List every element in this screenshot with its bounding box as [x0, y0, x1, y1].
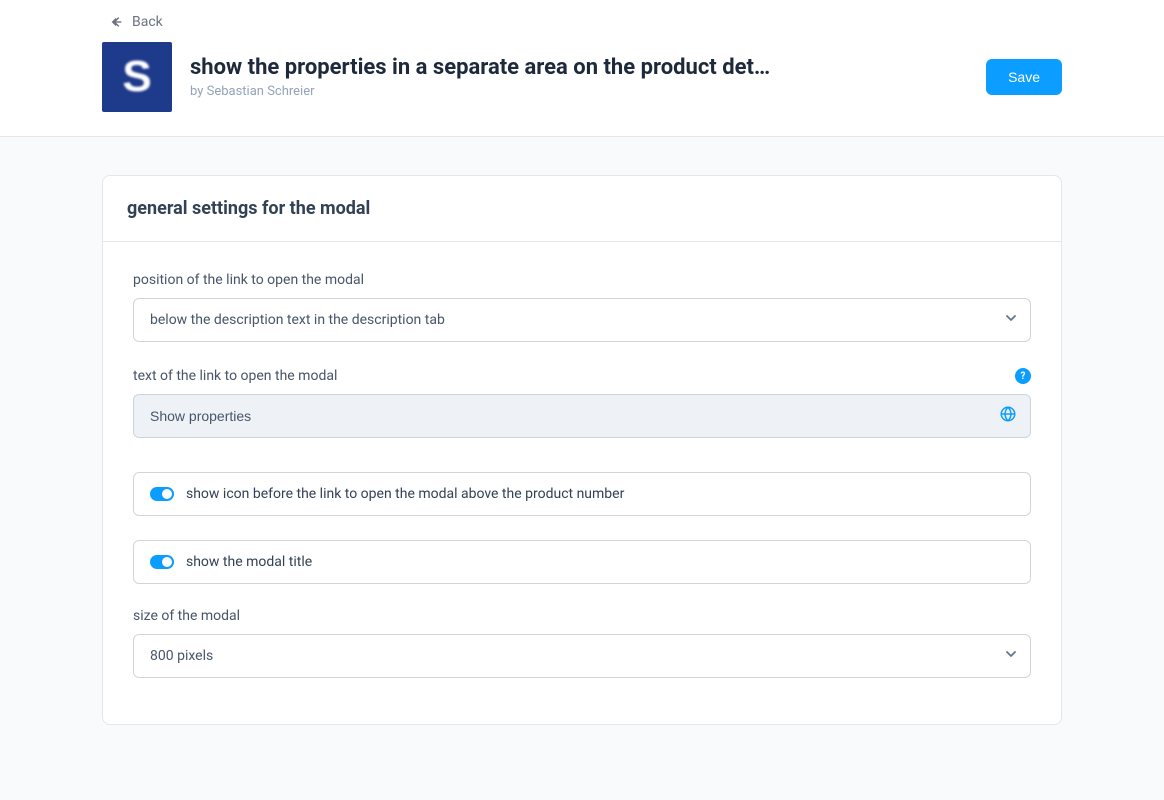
field-position: position of the link to open the modal b… — [133, 272, 1031, 342]
plugin-icon: S — [102, 42, 172, 112]
toggle-row-show-title: show the modal title — [133, 540, 1031, 584]
toggle-row-show-icon: show icon before the link to open the mo… — [133, 472, 1031, 516]
select-position[interactable]: below the description text in the descri… — [133, 298, 1031, 342]
arrow-left-icon — [110, 15, 124, 29]
help-icon[interactable]: ? — [1015, 368, 1031, 384]
select-position-value: below the description text in the descri… — [150, 312, 445, 328]
field-label-size: size of the modal — [133, 608, 240, 624]
field-size: size of the modal 800 pixels — [133, 608, 1031, 678]
toggle-label-show-title: show the modal title — [186, 554, 312, 570]
back-label: Back — [132, 14, 163, 30]
field-label-position: position of the link to open the modal — [133, 272, 364, 288]
toggle-label-show-icon: show icon before the link to open the mo… — [186, 486, 624, 502]
byline: by Sebastian Schreier — [190, 84, 968, 99]
card-header: general settings for the modal — [103, 176, 1061, 242]
save-button[interactable]: Save — [986, 59, 1062, 95]
field-link-text: text of the link to open the modal ? — [133, 368, 1031, 438]
field-label-link-text: text of the link to open the modal — [133, 368, 337, 384]
toggle-show-icon[interactable] — [150, 487, 174, 501]
back-link[interactable]: Back — [102, 0, 163, 36]
globe-icon[interactable] — [999, 405, 1017, 427]
input-link-text[interactable] — [133, 394, 1031, 438]
select-size-value: 800 pixels — [150, 648, 213, 664]
card-title: general settings for the modal — [127, 198, 1037, 219]
page-header: Back S show the properties in a separate… — [0, 0, 1164, 137]
content-area: general settings for the modal position … — [102, 137, 1062, 765]
settings-card: general settings for the modal position … — [102, 175, 1062, 725]
select-size[interactable]: 800 pixels — [133, 634, 1031, 678]
page-title: show the properties in a separate area o… — [190, 55, 968, 80]
toggle-show-title[interactable] — [150, 555, 174, 569]
